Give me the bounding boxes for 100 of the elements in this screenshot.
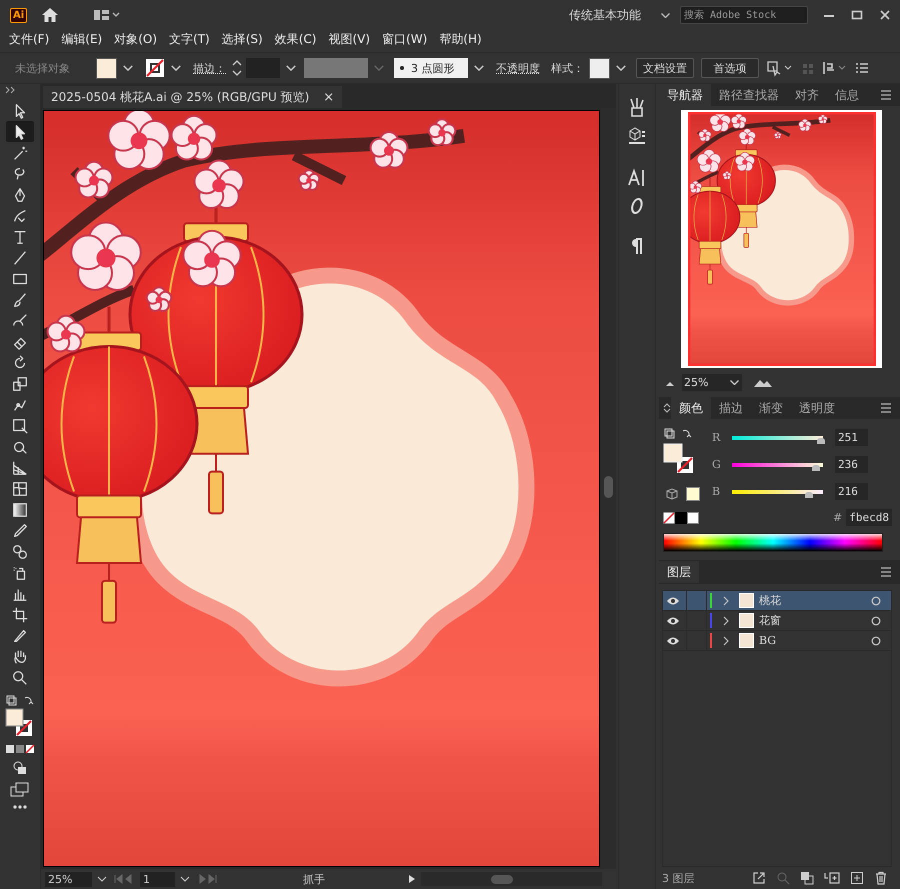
brush-dropdown[interactable]: 3 点圆形 <box>394 58 468 78</box>
color-spectrum[interactable] <box>663 533 883 552</box>
caret-icon[interactable] <box>123 65 133 71</box>
panel-tab[interactable]: 导航器 <box>659 84 711 106</box>
home-icon[interactable] <box>41 7 60 23</box>
stroke-swatch[interactable] <box>145 58 165 78</box>
draw-mode-icon[interactable] <box>12 760 28 776</box>
trash-icon[interactable] <box>874 871 888 885</box>
panel-menu-icon[interactable] <box>880 90 892 100</box>
search-icon <box>776 871 790 885</box>
caret-icon[interactable] <box>171 65 181 71</box>
caret-icon[interactable] <box>286 65 296 71</box>
eye-icon[interactable] <box>666 616 680 626</box>
horizontal-scrollbar[interactable] <box>421 872 602 886</box>
opacity-link[interactable]: 不透明度 <box>496 60 540 76</box>
target-circle-icon[interactable] <box>871 636 881 646</box>
vertical-scrollbar[interactable] <box>601 108 616 869</box>
app-logo: Ai <box>10 8 28 22</box>
screen-mode-icon[interactable] <box>10 782 30 798</box>
dot-icon <box>400 66 404 70</box>
expand-arrows-icon[interactable] <box>663 403 671 413</box>
panel-tab[interactable]: 颜色 <box>671 397 711 419</box>
eye-icon[interactable] <box>666 636 680 646</box>
layer-count: 3 图层 <box>662 870 694 886</box>
fill-swatch[interactable] <box>96 58 117 78</box>
cube-icon <box>666 488 678 500</box>
document-tab[interactable]: 2025-0504 桃花A.ai @ 25% (RGB/GPU 预览) × <box>43 86 342 108</box>
toolbar-button[interactable]: 首选项 <box>701 58 759 78</box>
search-field[interactable]: 搜索 Adobe Stock <box>680 6 808 24</box>
panel-tab[interactable]: 渐变 <box>751 397 791 419</box>
navigator-zoom-field[interactable]: 25% <box>682 374 726 391</box>
graphic-style-swatch[interactable] <box>589 58 610 78</box>
caret-icon[interactable] <box>474 65 484 71</box>
current-tool-label: 抓手 <box>303 872 326 886</box>
panel-tab[interactable]: 描边 <box>711 397 751 419</box>
dropdown-button[interactable] <box>726 374 742 391</box>
clipping-mask-icon[interactable] <box>800 871 814 885</box>
arrange-icon[interactable] <box>822 59 848 77</box>
hex-field[interactable]: fbecd8 <box>846 509 892 526</box>
maximize-icon[interactable] <box>850 8 864 22</box>
menu-item[interactable]: 选择(S) <box>222 30 263 48</box>
menu-item[interactable]: 文字(T) <box>169 30 210 48</box>
panel-tab[interactable]: 信息 <box>827 84 867 106</box>
hex-label: # <box>833 511 842 524</box>
navigator-preview-drawing[interactable] <box>688 112 876 366</box>
panel-menu-icon[interactable] <box>880 403 892 413</box>
color-mode-icon[interactable] <box>5 744 35 754</box>
swatch-presets[interactable] <box>663 512 699 524</box>
menu-item[interactable]: 编辑(E) <box>61 30 102 48</box>
zoom-field[interactable]: 25% <box>45 872 92 886</box>
target-circle-icon[interactable] <box>871 616 881 626</box>
panel-menu-icon[interactable] <box>880 567 892 577</box>
channel-label: G <box>712 458 722 471</box>
stroke-label: 描边： <box>193 60 226 76</box>
caret-icon[interactable] <box>730 380 738 385</box>
character-icon[interactable] <box>627 168 647 188</box>
layer-thumbnail <box>739 593 754 608</box>
direct-selection-tool-icon[interactable] <box>6 121 34 142</box>
channel-value-field[interactable]: 236 <box>835 456 868 473</box>
new-sublayer-icon[interactable] <box>824 871 840 885</box>
channel-label: R <box>712 431 722 444</box>
page-field[interactable]: 1 <box>140 872 175 886</box>
layer-row[interactable]: BG <box>663 631 891 651</box>
new-layer-icon[interactable] <box>850 871 864 885</box>
layer-row[interactable]: 桃花 <box>663 591 891 611</box>
layer-name: 花窗 <box>759 613 782 628</box>
transform-icon[interactable] <box>766 59 794 77</box>
caret-icon[interactable] <box>661 12 670 18</box>
panel-tab[interactable]: 对齐 <box>787 84 827 106</box>
menu-item[interactable]: 对象(O) <box>114 30 158 48</box>
style-label: 样式： <box>551 60 584 76</box>
channel-value-field[interactable]: 216 <box>835 483 868 500</box>
export-icon[interactable] <box>752 871 766 885</box>
eye-icon[interactable] <box>666 596 680 606</box>
layout-icon[interactable] <box>93 9 122 21</box>
menu-item[interactable]: 帮助(H) <box>439 30 482 48</box>
tab-close-button[interactable]: × <box>323 90 334 104</box>
web-safe-swatch[interactable] <box>686 487 700 501</box>
selection-status: 未选择对象 <box>15 60 71 76</box>
spinner-icon[interactable] <box>231 58 243 78</box>
layer-thumbnail <box>739 633 754 648</box>
play-icon[interactable] <box>407 873 417 885</box>
close-icon[interactable] <box>878 8 892 22</box>
panel-tab[interactable]: 图层 <box>659 561 699 583</box>
menu-item[interactable]: 窗口(W) <box>382 30 428 48</box>
caret-icon <box>374 65 384 71</box>
menu-item[interactable]: 文件(F) <box>9 30 50 48</box>
layer-row[interactable]: 花窗 <box>663 611 891 631</box>
workspace-switcher[interactable]: 传统基本功能 <box>569 6 641 24</box>
toolbar-button[interactable]: 文档设置 <box>636 58 694 78</box>
channel-label: B <box>712 485 722 498</box>
target-circle-icon[interactable] <box>871 596 881 606</box>
channel-value-field[interactable]: 251 <box>835 429 868 446</box>
panel-tab[interactable]: 透明度 <box>791 397 843 419</box>
more-tools-icon[interactable] <box>12 804 28 810</box>
zoom-in-icon[interactable] <box>753 378 773 388</box>
menu-item[interactable]: 效果(C) <box>274 30 316 48</box>
caret-icon[interactable] <box>616 65 626 71</box>
panel-tab[interactable]: 路径查找器 <box>711 84 787 106</box>
menu-item[interactable]: 视图(V) <box>328 30 370 48</box>
